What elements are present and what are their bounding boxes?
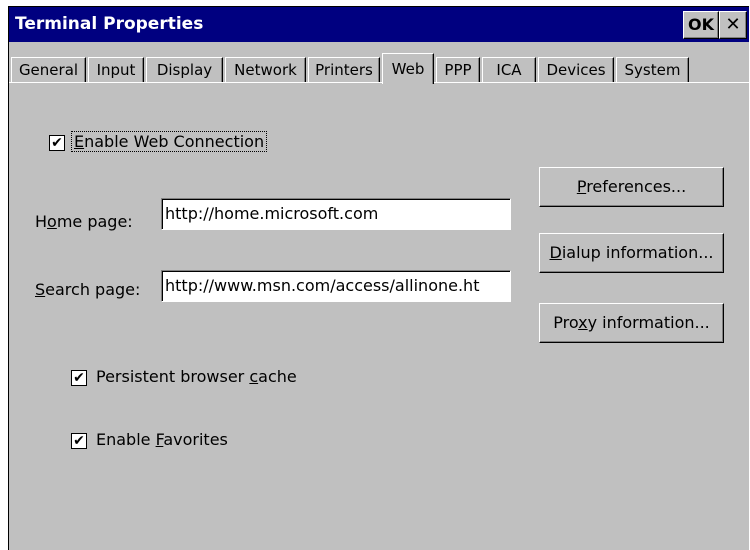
label-part: ache [258,367,297,386]
accel-key: o [47,212,57,231]
enable-web-connection-checkbox[interactable]: ✔ [49,135,65,151]
label-part: earch page: [45,280,141,299]
proxy-information-button[interactable]: Proxy information... [539,303,724,343]
enable-favorites-label[interactable]: Enable Favorites [96,430,228,449]
tab-network[interactable]: Network [225,57,306,83]
home-page-input[interactable]: http://home.microsoft.com [161,198,511,230]
accel-key: P [576,177,587,196]
label-part: H [35,212,48,231]
label-part: avorites [163,430,228,449]
accel-key: E [74,132,85,151]
label-part: Enable [96,430,156,449]
accel-key: S [35,280,46,299]
label-part: me page: [56,212,133,231]
enable-web-connection-label[interactable]: Enable Web Connection [71,131,268,152]
close-icon[interactable]: ✕ [719,11,747,39]
tab-ppp[interactable]: PPP [436,57,480,83]
label-part: references... [586,177,687,196]
tab-web[interactable]: Web [382,53,434,84]
terminal-properties-window: Terminal Properties OK ✕ General Input D… [8,6,749,550]
accel-key: c [249,367,259,386]
tab-printers[interactable]: Printers [308,57,380,83]
dialup-information-button[interactable]: Dialup information... [539,233,724,273]
tab-general[interactable]: General [11,57,86,83]
preferences-button[interactable]: Preferences... [539,167,724,207]
tab-devices[interactable]: Devices [538,57,614,83]
label-part: y information... [587,313,710,332]
ok-button[interactable]: OK [683,11,719,39]
title-bar: Terminal Properties OK ✕ [9,7,749,42]
enable-favorites-checkbox[interactable]: ✔ [71,433,87,449]
accel-key: D [549,243,562,262]
label-part: Persistent browser [96,367,250,386]
tab-system[interactable]: System [616,57,689,83]
focus-indicator: Enable Web Connection [71,131,268,152]
label-part: nable Web Connection [84,132,265,151]
window-title: Terminal Properties [15,14,204,34]
label-part: ialup information... [561,243,714,262]
tab-panel-border [9,82,749,83]
search-page-label: Search page: [35,280,140,299]
tab-input[interactable]: Input [88,57,144,83]
tab-display[interactable]: Display [146,57,223,83]
tab-strip: General Input Display Network Printers W… [9,53,749,84]
home-page-label: Home page: [35,212,133,231]
accel-key: x [578,313,588,332]
search-page-input[interactable]: http://www.msn.com/access/allinone.ht [161,270,511,302]
tab-ica[interactable]: ICA [482,57,536,83]
label-part: Pro [553,313,579,332]
persistent-cache-checkbox[interactable]: ✔ [71,370,87,386]
persistent-cache-label[interactable]: Persistent browser cache [96,367,297,386]
